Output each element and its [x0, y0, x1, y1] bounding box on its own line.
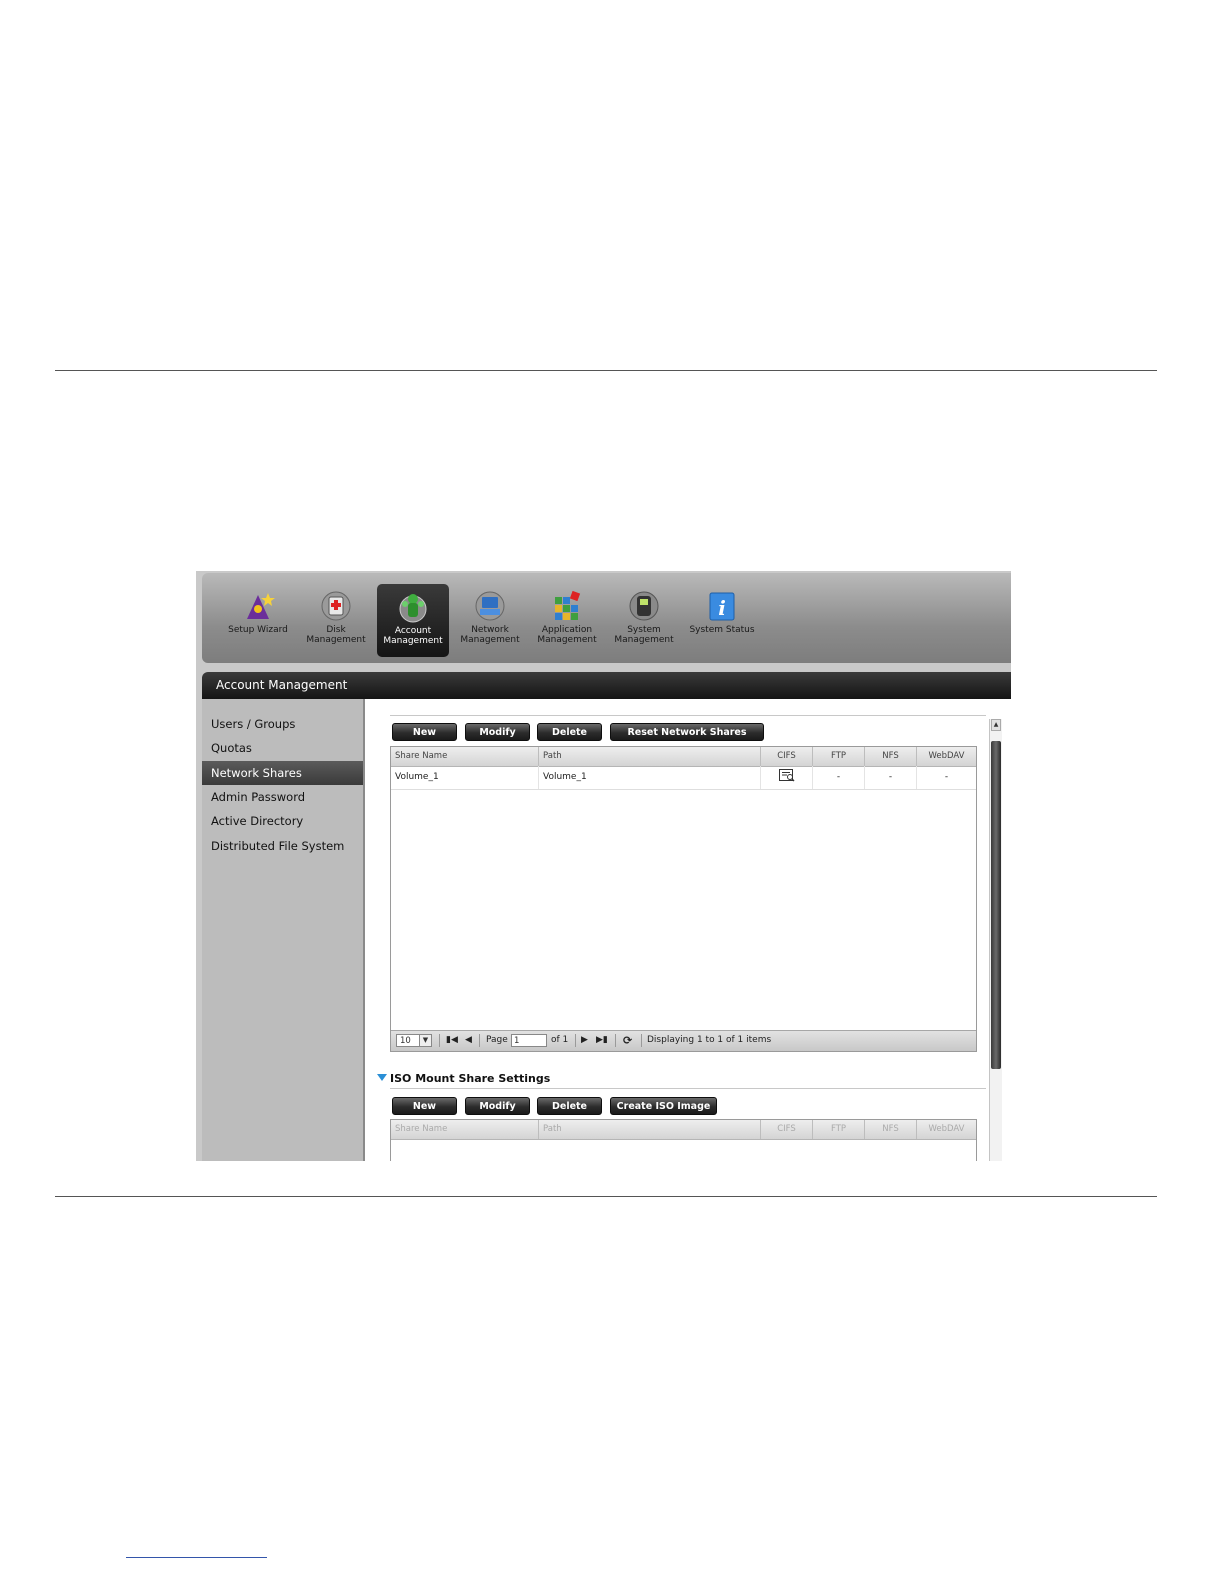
- network-shares-table: Share Name Path CIFS FTP NFS WebDAV Volu…: [390, 746, 977, 1052]
- reset-network-shares-button[interactable]: Reset Network Shares: [610, 723, 764, 741]
- column-share-name[interactable]: Share Name: [391, 747, 539, 766]
- column-path[interactable]: Path: [539, 747, 761, 766]
- iso-section-divider: [390, 1088, 986, 1089]
- iso-modify-button[interactable]: Modify: [465, 1097, 530, 1115]
- iso-mount-section-title[interactable]: ISO Mount Share Settings: [377, 1072, 550, 1085]
- iso-mount-table: Share Name Path CIFS FTP NFS WebDAV: [390, 1119, 977, 1161]
- column-nfs[interactable]: NFS: [865, 1120, 917, 1139]
- last-page-icon[interactable]: ▶▮: [596, 1034, 608, 1047]
- cell-ftp: -: [813, 766, 865, 789]
- table-header: Share Name Path CIFS FTP NFS WebDAV: [391, 747, 976, 767]
- cell-cifs: [761, 766, 813, 789]
- pager-status: Displaying 1 to 1 of 1 items: [647, 1035, 772, 1045]
- toolbar-application-management[interactable]: Application Management: [531, 583, 603, 657]
- create-iso-image-button[interactable]: Create ISO Image: [610, 1097, 717, 1115]
- delete-share-button[interactable]: Delete: [537, 723, 602, 741]
- sidebar-item-active-directory[interactable]: Active Directory: [202, 809, 363, 833]
- collapse-triangle-icon: [377, 1074, 387, 1081]
- sidebar: Users / Groups Quotas Network Shares Adm…: [202, 699, 365, 1161]
- pager-divider: [615, 1034, 616, 1047]
- toolbar-system-status[interactable]: i System Status: [686, 583, 758, 657]
- toolbar-system-management[interactable]: System Management: [608, 583, 680, 657]
- sidebar-item-quotas[interactable]: Quotas: [202, 736, 363, 760]
- column-ftp[interactable]: FTP: [813, 1120, 865, 1139]
- table-pager: 10 ▼ ▮◀ ◀ Page 1 of 1 ▶ ▶▮ ⟳ Displaying …: [391, 1030, 976, 1051]
- network-management-icon: [475, 591, 505, 621]
- vertical-scrollbar[interactable]: ▲: [989, 719, 1002, 1161]
- table-row[interactable]: Volume_1 Volume_1 - - -: [391, 766, 976, 790]
- iso-delete-button[interactable]: Delete: [537, 1097, 602, 1115]
- page-size-select[interactable]: 10 ▼: [396, 1034, 432, 1047]
- previous-page-icon[interactable]: ◀: [465, 1034, 472, 1047]
- cell-nfs: -: [865, 766, 917, 789]
- chevron-down-icon: ▼: [419, 1035, 431, 1046]
- document-icon[interactable]: [778, 769, 795, 782]
- system-status-icon: i: [709, 592, 735, 621]
- sidebar-item-distributed-file-system[interactable]: Distributed File System: [202, 834, 363, 858]
- page-count-label: of 1: [551, 1035, 569, 1045]
- page-size-value: 10: [400, 1036, 411, 1046]
- top-divider: [55, 370, 1157, 371]
- table-header: Share Name Path CIFS FTP NFS WebDAV: [391, 1120, 976, 1140]
- bottom-divider: [55, 1196, 1157, 1197]
- scrollbar-thumb[interactable]: [991, 741, 1001, 1069]
- cell-share-name: Volume_1: [391, 766, 539, 789]
- pager-divider: [479, 1034, 480, 1047]
- main-toolbar: Setup Wizard Disk Management Account Manag…: [202, 573, 1011, 663]
- first-page-icon[interactable]: ▮◀: [446, 1034, 458, 1047]
- new-share-button[interactable]: New: [392, 723, 457, 741]
- system-management-icon: [629, 591, 659, 621]
- cell-webdav: -: [944, 772, 949, 782]
- next-page-icon[interactable]: ▶: [581, 1034, 588, 1047]
- column-webdav[interactable]: WebDAV: [917, 747, 976, 766]
- toolbar-account-management[interactable]: Account Management: [377, 584, 449, 657]
- wizard-icon: [247, 593, 275, 619]
- modify-share-button[interactable]: Modify: [465, 723, 530, 741]
- refresh-icon[interactable]: ⟳: [623, 1034, 632, 1047]
- toolbar-setup-wizard[interactable]: Setup Wizard: [222, 583, 294, 657]
- account-management-icon: [399, 594, 427, 623]
- pager-divider: [575, 1034, 576, 1047]
- page-label: Page: [486, 1035, 508, 1045]
- sidebar-item-users-groups[interactable]: Users / Groups: [202, 712, 363, 736]
- sidebar-item-network-shares[interactable]: Network Shares: [202, 761, 363, 785]
- page-number-input[interactable]: 1: [511, 1034, 547, 1047]
- column-path[interactable]: Path: [539, 1120, 761, 1139]
- cell-path: Volume_1: [539, 766, 761, 789]
- footer-link-line: [126, 1557, 267, 1558]
- toolbar-network-management[interactable]: Network Management: [454, 583, 526, 657]
- nas-admin-screenshot: Setup Wizard Disk Management Account Manag…: [196, 571, 1011, 1161]
- toolbar-disk-management[interactable]: Disk Management: [300, 583, 372, 657]
- scroll-up-icon[interactable]: ▲: [991, 719, 1001, 731]
- iso-new-button[interactable]: New: [392, 1097, 457, 1115]
- page-title: Account Management: [202, 672, 1011, 699]
- pager-divider: [439, 1034, 440, 1047]
- column-cifs[interactable]: CIFS: [761, 747, 813, 766]
- svg-text:i: i: [718, 596, 726, 620]
- content-top-divider: [390, 715, 986, 716]
- column-webdav[interactable]: WebDAV: [917, 1120, 976, 1139]
- column-cifs[interactable]: CIFS: [761, 1120, 813, 1139]
- main-content: New Modify Delete Reset Network Shares S…: [365, 699, 1011, 1161]
- column-share-name[interactable]: Share Name: [391, 1120, 539, 1139]
- disk-management-icon: [321, 591, 351, 621]
- column-ftp[interactable]: FTP: [813, 747, 865, 766]
- pager-divider: [641, 1034, 642, 1047]
- sidebar-item-admin-password[interactable]: Admin Password: [202, 785, 363, 809]
- column-nfs[interactable]: NFS: [865, 747, 917, 766]
- iso-mount-title-text: ISO Mount Share Settings: [390, 1072, 551, 1085]
- application-management-icon: [555, 590, 581, 620]
